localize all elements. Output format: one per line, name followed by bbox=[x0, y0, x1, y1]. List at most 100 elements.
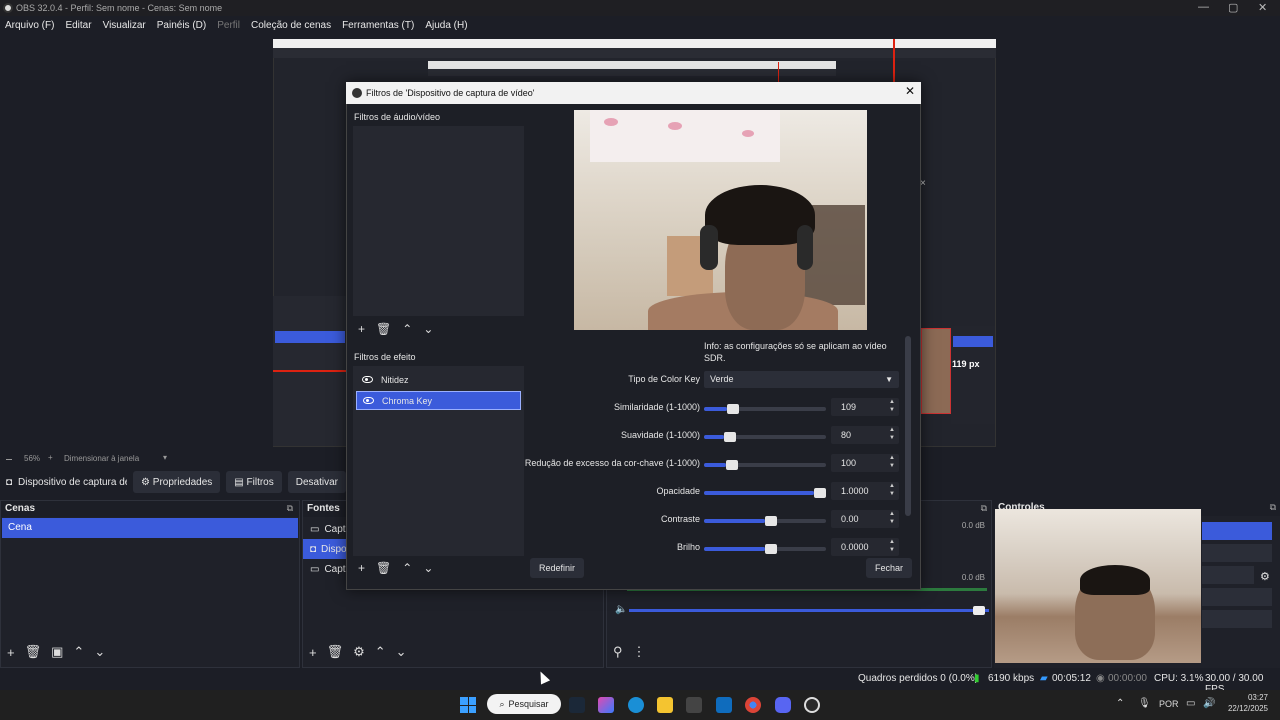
param-spinbox[interactable]: 100 ▲ ▼ bbox=[831, 454, 899, 472]
menu-ferramentas[interactable]: Ferramentas (T) bbox=[342, 20, 414, 31]
undock-icon[interactable]: ⧉ bbox=[1270, 502, 1276, 513]
close-button[interactable]: Fechar bbox=[866, 558, 912, 578]
filter-item-chroma-key[interactable]: Chroma Key bbox=[356, 391, 521, 410]
param-spinbox[interactable]: 1.0000 ▲ ▼ bbox=[831, 482, 899, 500]
menu-perfil[interactable]: Perfil bbox=[217, 20, 240, 31]
taskbar-search[interactable]: ⌕ Pesquisar bbox=[487, 694, 561, 714]
close-icon[interactable]: ✕ bbox=[905, 84, 915, 98]
zoom-out-icon[interactable] bbox=[6, 459, 12, 460]
trash-icon[interactable]: 🗑 bbox=[376, 322, 391, 336]
menu-arquivo[interactable]: Arquivo (F) bbox=[5, 20, 54, 31]
param-slider[interactable] bbox=[704, 516, 826, 526]
gear-icon[interactable]: ⚙ bbox=[353, 644, 365, 660]
menu-visualizar[interactable]: Visualizar bbox=[103, 20, 146, 31]
param-slider-knob[interactable] bbox=[726, 460, 738, 470]
control-button[interactable] bbox=[1202, 566, 1254, 584]
menu-ajuda[interactable]: Ajuda (H) bbox=[425, 20, 467, 31]
add-icon[interactable]: + bbox=[7, 645, 15, 660]
move-down-icon[interactable]: ⌄ bbox=[94, 644, 105, 660]
deactivate-button[interactable]: Desativar bbox=[287, 471, 346, 493]
scrollbar[interactable] bbox=[905, 336, 911, 516]
volume-icon[interactable]: 🔊 bbox=[1203, 698, 1215, 709]
maximize-icon[interactable]: ▢ bbox=[1228, 1, 1238, 14]
store-icon[interactable] bbox=[686, 697, 702, 713]
edge-icon[interactable] bbox=[628, 697, 644, 713]
undock-icon[interactable]: ⧉ bbox=[287, 503, 293, 514]
move-down-icon[interactable]: ⌄ bbox=[423, 322, 433, 336]
start-streaming-button[interactable] bbox=[1202, 522, 1272, 540]
obs-taskbar-icon[interactable] bbox=[804, 697, 820, 713]
param-spinbox[interactable]: 0.0000 ▲ ▼ bbox=[831, 538, 899, 556]
trash-icon[interactable]: 🗑 bbox=[327, 644, 344, 660]
move-up-icon[interactable]: ⌃ bbox=[402, 561, 412, 575]
gear-icon[interactable]: ⚙ bbox=[1260, 570, 1270, 583]
param-slider-knob[interactable] bbox=[814, 488, 826, 498]
spin-arrows-icon[interactable]: ▲ ▼ bbox=[889, 454, 895, 470]
steam-icon[interactable] bbox=[569, 697, 585, 713]
move-up-icon[interactable]: ⌃ bbox=[73, 644, 84, 660]
param-slider-knob[interactable] bbox=[765, 516, 777, 526]
add-icon[interactable]: + bbox=[309, 645, 317, 660]
network-icon[interactable]: ▭ bbox=[1186, 698, 1195, 709]
trash-icon[interactable]: 🗑 bbox=[25, 644, 42, 660]
reset-button[interactable]: Redefinir bbox=[530, 558, 584, 578]
resize-to-window[interactable]: Dimensionar à janela bbox=[64, 454, 139, 463]
control-button[interactable] bbox=[1202, 610, 1272, 628]
spin-arrows-icon[interactable]: ▲ ▼ bbox=[889, 482, 895, 498]
param-slider-knob[interactable] bbox=[727, 404, 739, 414]
menu-paineis[interactable]: Painéis (D) bbox=[157, 20, 206, 31]
add-icon[interactable]: + bbox=[358, 561, 365, 575]
clock-time[interactable]: 03:27 bbox=[1222, 693, 1268, 702]
spin-arrows-icon[interactable]: ▲ ▼ bbox=[889, 398, 895, 414]
param-spinbox[interactable]: 0.00 ▲ ▼ bbox=[831, 510, 899, 528]
filter-item-nitidez[interactable]: Nitidez bbox=[356, 370, 521, 389]
minimize-icon[interactable]: — bbox=[1198, 1, 1209, 13]
param-slider[interactable] bbox=[704, 432, 826, 442]
chrome-icon[interactable] bbox=[745, 697, 761, 713]
speaker-icon[interactable]: 🔈 bbox=[615, 604, 627, 615]
trash-icon[interactable]: 🗑 bbox=[376, 561, 391, 575]
properties-button[interactable]: ⚙ Propriedades bbox=[133, 471, 221, 493]
menu-colecao[interactable]: Coleção de cenas bbox=[251, 20, 331, 31]
outlook-icon[interactable] bbox=[716, 697, 732, 713]
param-slider-knob[interactable] bbox=[724, 432, 736, 442]
filters-button[interactable]: ▤ Filtros bbox=[226, 471, 282, 493]
chevron-down-icon[interactable]: ▾ bbox=[163, 453, 167, 462]
move-down-icon[interactable]: ⌄ bbox=[423, 561, 433, 575]
spin-arrows-icon[interactable]: ▲ ▼ bbox=[889, 538, 895, 554]
scene-filter-icon[interactable]: ▣ bbox=[51, 644, 63, 660]
spin-arrows-icon[interactable]: ▲ ▼ bbox=[889, 426, 895, 442]
param-spinbox[interactable]: 80 ▲ ▼ bbox=[831, 426, 899, 444]
eye-icon[interactable] bbox=[363, 397, 374, 404]
folder-icon[interactable] bbox=[657, 697, 673, 713]
param-slider[interactable] bbox=[704, 488, 826, 498]
param-slider-knob[interactable] bbox=[765, 544, 777, 554]
eye-icon[interactable] bbox=[362, 376, 373, 383]
param-slider[interactable] bbox=[704, 544, 826, 554]
move-up-icon[interactable]: ⌃ bbox=[402, 322, 412, 336]
scene-item[interactable]: Cena bbox=[2, 518, 298, 538]
language-indicator[interactable]: POR bbox=[1159, 699, 1179, 709]
link-icon[interactable]: ⚲ bbox=[613, 644, 623, 660]
spin-arrows-icon[interactable]: ▲ ▼ bbox=[889, 510, 895, 526]
color-key-select[interactable]: Verde ▼ bbox=[704, 371, 899, 388]
control-button[interactable] bbox=[1202, 544, 1272, 562]
mic-icon[interactable]: 🎙 bbox=[1138, 698, 1151, 709]
param-slider[interactable] bbox=[704, 404, 826, 414]
volume-slider[interactable] bbox=[629, 609, 989, 612]
menu-editar[interactable]: Editar bbox=[65, 20, 91, 31]
copilot-icon[interactable] bbox=[598, 697, 614, 713]
control-button[interactable] bbox=[1202, 588, 1272, 606]
undock-icon[interactable]: ⧉ bbox=[981, 503, 987, 514]
param-spinbox[interactable]: 109 ▲ ▼ bbox=[831, 398, 899, 416]
windows-start-icon[interactable] bbox=[460, 697, 476, 713]
close-icon[interactable]: ✕ bbox=[1258, 1, 1267, 14]
av-filters-list[interactable] bbox=[353, 126, 524, 316]
more-icon[interactable]: ⋮ bbox=[633, 644, 646, 660]
move-up-icon[interactable]: ⌃ bbox=[375, 644, 386, 660]
move-down-icon[interactable]: ⌄ bbox=[396, 644, 407, 660]
add-icon[interactable]: + bbox=[358, 322, 365, 336]
volume-knob[interactable] bbox=[973, 606, 985, 615]
zoom-in-icon[interactable]: + bbox=[48, 453, 53, 462]
discord-icon[interactable] bbox=[775, 697, 791, 713]
